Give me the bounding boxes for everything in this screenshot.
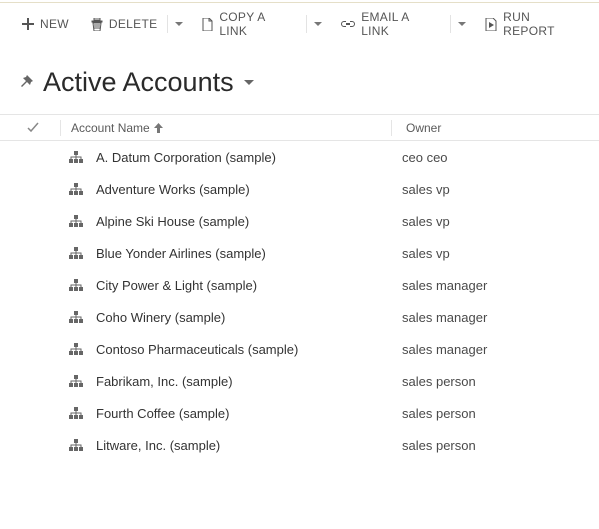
new-button[interactable]: NEW bbox=[16, 13, 75, 35]
delete-button-label: DELETE bbox=[109, 17, 157, 31]
owner-cell: sales manager bbox=[390, 278, 599, 293]
account-name-text: Fabrikam, Inc. (sample) bbox=[96, 374, 233, 389]
account-name-text: Contoso Pharmaceuticals (sample) bbox=[96, 342, 298, 357]
hierarchy-icon[interactable] bbox=[60, 439, 92, 451]
owner-cell: sales person bbox=[390, 438, 599, 453]
account-name-text: Coho Winery (sample) bbox=[96, 310, 225, 325]
owner-text: sales vp bbox=[402, 214, 450, 229]
hierarchy-icon[interactable] bbox=[60, 151, 92, 163]
sort-asc-icon bbox=[154, 123, 163, 133]
run-report-button[interactable]: RUN REPORT bbox=[479, 6, 591, 42]
hierarchy-icon[interactable] bbox=[60, 215, 92, 227]
hierarchy-icon[interactable] bbox=[60, 375, 92, 387]
account-name-text: Fourth Coffee (sample) bbox=[96, 406, 229, 421]
owner-text: sales manager bbox=[402, 342, 487, 357]
delete-button[interactable]: DELETE bbox=[85, 13, 163, 35]
delete-split-button[interactable] bbox=[172, 17, 186, 31]
account-name-text: Alpine Ski House (sample) bbox=[96, 214, 249, 229]
owner-cell: ceo ceo bbox=[390, 150, 599, 165]
document-icon bbox=[202, 18, 213, 31]
column-header-name-label: Account Name bbox=[71, 121, 150, 135]
table-row[interactable]: Fourth Coffee (sample) sales person bbox=[0, 397, 599, 429]
column-header-name[interactable]: Account Name bbox=[61, 121, 391, 135]
email-link-split-button[interactable] bbox=[455, 17, 469, 31]
table-row[interactable]: Fabrikam, Inc. (sample) sales person bbox=[0, 365, 599, 397]
account-name-text: A. Datum Corporation (sample) bbox=[96, 150, 276, 165]
owner-text: ceo ceo bbox=[402, 150, 448, 165]
command-bar: NEW DELETE COPY A LINK bbox=[0, 5, 599, 43]
select-all-column[interactable] bbox=[26, 121, 60, 135]
hierarchy-icon[interactable] bbox=[60, 311, 92, 323]
account-name-text: City Power & Light (sample) bbox=[96, 278, 257, 293]
owner-cell: sales vp bbox=[390, 214, 599, 229]
copy-link-split-button[interactable] bbox=[311, 17, 325, 31]
plus-icon bbox=[22, 18, 34, 30]
view-title-text: Active Accounts bbox=[43, 67, 234, 98]
hierarchy-icon[interactable] bbox=[60, 407, 92, 419]
hierarchy-icon[interactable] bbox=[60, 183, 92, 195]
owner-cell: sales manager bbox=[390, 310, 599, 325]
owner-text: sales person bbox=[402, 406, 476, 421]
owner-text: sales vp bbox=[402, 182, 450, 197]
account-name-link[interactable]: A. Datum Corporation (sample) bbox=[92, 150, 390, 165]
email-link-button[interactable]: EMAIL A LINK bbox=[335, 6, 446, 42]
pin-icon[interactable] bbox=[18, 75, 33, 90]
table-row[interactable]: Litware, Inc. (sample) sales person bbox=[0, 429, 599, 461]
account-name-text: Adventure Works (sample) bbox=[96, 182, 250, 197]
accounts-grid: Account Name Owner A. Datum Corporation … bbox=[0, 114, 599, 461]
owner-cell: sales person bbox=[390, 406, 599, 421]
report-play-icon bbox=[485, 18, 497, 31]
account-name-link[interactable]: Contoso Pharmaceuticals (sample) bbox=[92, 342, 390, 357]
view-selector[interactable]: Active Accounts bbox=[43, 67, 254, 98]
copy-link-button[interactable]: COPY A LINK bbox=[196, 6, 302, 42]
table-row[interactable]: City Power & Light (sample) sales manage… bbox=[0, 269, 599, 301]
table-row[interactable]: Adventure Works (sample) sales vp bbox=[0, 173, 599, 205]
copy-link-button-label: COPY A LINK bbox=[219, 10, 296, 38]
owner-cell: sales manager bbox=[390, 342, 599, 357]
column-header-owner[interactable]: Owner bbox=[392, 121, 599, 135]
owner-text: sales manager bbox=[402, 278, 487, 293]
account-name-link[interactable]: Adventure Works (sample) bbox=[92, 182, 390, 197]
owner-text: sales person bbox=[402, 438, 476, 453]
account-name-link[interactable]: City Power & Light (sample) bbox=[92, 278, 390, 293]
account-name-link[interactable]: Fourth Coffee (sample) bbox=[92, 406, 390, 421]
account-name-link[interactable]: Litware, Inc. (sample) bbox=[92, 438, 390, 453]
table-row[interactable]: Blue Yonder Airlines (sample) sales vp bbox=[0, 237, 599, 269]
table-row[interactable]: Coho Winery (sample) sales manager bbox=[0, 301, 599, 333]
trash-icon bbox=[91, 18, 103, 31]
owner-text: sales person bbox=[402, 374, 476, 389]
account-name-text: Blue Yonder Airlines (sample) bbox=[96, 246, 266, 261]
column-header-owner-label: Owner bbox=[406, 121, 441, 135]
owner-cell: sales person bbox=[390, 374, 599, 389]
table-row[interactable]: Contoso Pharmaceuticals (sample) sales m… bbox=[0, 333, 599, 365]
owner-text: sales manager bbox=[402, 310, 487, 325]
account-name-text: Litware, Inc. (sample) bbox=[96, 438, 220, 453]
hierarchy-icon[interactable] bbox=[60, 343, 92, 355]
run-report-button-label: RUN REPORT bbox=[503, 10, 585, 38]
grid-header: Account Name Owner bbox=[0, 115, 599, 141]
chevron-down-icon bbox=[244, 80, 254, 86]
new-button-label: NEW bbox=[40, 17, 69, 31]
account-name-link[interactable]: Blue Yonder Airlines (sample) bbox=[92, 246, 390, 261]
account-name-link[interactable]: Alpine Ski House (sample) bbox=[92, 214, 390, 229]
owner-cell: sales vp bbox=[390, 246, 599, 261]
hierarchy-icon[interactable] bbox=[60, 247, 92, 259]
hierarchy-icon[interactable] bbox=[60, 279, 92, 291]
account-name-link[interactable]: Fabrikam, Inc. (sample) bbox=[92, 374, 390, 389]
email-link-button-label: EMAIL A LINK bbox=[361, 10, 440, 38]
link-icon bbox=[341, 19, 355, 29]
owner-text: sales vp bbox=[402, 246, 450, 261]
table-row[interactable]: Alpine Ski House (sample) sales vp bbox=[0, 205, 599, 237]
owner-cell: sales vp bbox=[390, 182, 599, 197]
table-row[interactable]: A. Datum Corporation (sample) ceo ceo bbox=[0, 141, 599, 173]
account-name-link[interactable]: Coho Winery (sample) bbox=[92, 310, 390, 325]
